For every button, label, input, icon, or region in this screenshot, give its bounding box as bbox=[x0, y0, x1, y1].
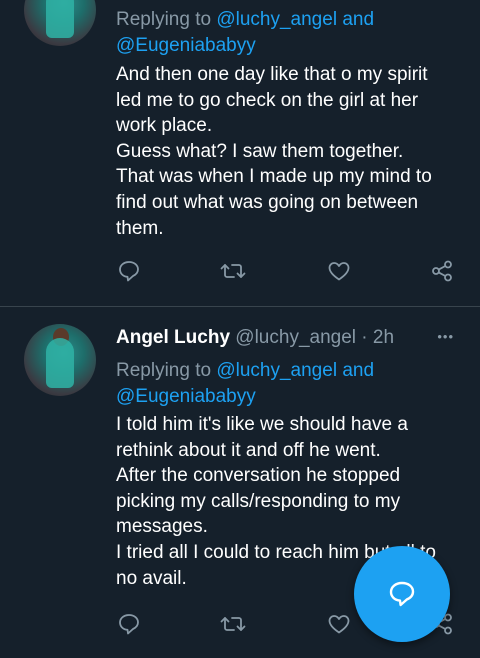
tweet-time[interactable]: 2h bbox=[373, 327, 394, 348]
retweet-icon[interactable] bbox=[220, 259, 246, 283]
compose-reply-button[interactable] bbox=[354, 546, 450, 642]
tweet-text-line: That was when I made up my mind to bbox=[116, 166, 432, 188]
more-options-icon[interactable]: ••• bbox=[437, 329, 454, 344]
mention-link[interactable]: @Eugeniababyy bbox=[116, 35, 256, 56]
reply-icon[interactable] bbox=[118, 259, 140, 283]
avatar[interactable] bbox=[24, 0, 96, 46]
avatar-figure bbox=[46, 0, 74, 38]
tweet-text-line: picking my calls/responding to my bbox=[116, 490, 401, 512]
mention-link[interactable]: @Eugeniababyy bbox=[116, 386, 256, 407]
tweet-text-line: work place. bbox=[116, 115, 213, 137]
replying-to-label: Replying to bbox=[116, 9, 217, 30]
tweet-text-line: find out what was going on between bbox=[116, 191, 419, 213]
tweet-text-line: And then one day like that o my spirit bbox=[116, 64, 428, 85]
tweet-1[interactable]: Replying to @luchy_angel and @Eugeniabab… bbox=[0, 0, 480, 306]
mention-link[interactable]: @luchy_angel bbox=[216, 360, 337, 381]
tweet-text-line: After the conversation he stopped bbox=[116, 465, 401, 487]
replying-to-label: Replying to bbox=[116, 360, 217, 381]
replying-to-and: and bbox=[337, 360, 375, 381]
avatar[interactable] bbox=[24, 324, 96, 396]
tweet-header: Angel Luchy @luchy_angel · 2h bbox=[116, 327, 394, 349]
mention-link[interactable]: @luchy_angel bbox=[216, 9, 337, 30]
retweet-icon[interactable] bbox=[220, 612, 246, 636]
tweet-text-line: Guess what? I saw them together. bbox=[116, 140, 404, 162]
replying-to-and: and bbox=[337, 9, 375, 30]
tweet-text-line: rethink about it and off he went. bbox=[116, 439, 381, 461]
replying-to: Replying to @luchy_angel and @Eugeniabab… bbox=[116, 7, 456, 59]
tweet-text-line: them. bbox=[116, 217, 164, 239]
like-icon[interactable] bbox=[327, 259, 351, 283]
avatar-figure bbox=[46, 338, 74, 388]
display-name[interactable]: Angel Luchy bbox=[116, 327, 230, 348]
tweet-text: And then one day like that o my spirit l… bbox=[116, 62, 456, 241]
compose-reply-icon bbox=[389, 581, 415, 607]
tweet-text-line: messages. bbox=[116, 516, 208, 538]
user-handle[interactable]: @luchy_angel bbox=[235, 327, 356, 348]
tweet-text-line: led me to go check on the girl at her bbox=[116, 89, 419, 111]
tweet-actions bbox=[116, 259, 456, 285]
header-separator: · bbox=[356, 327, 373, 348]
tweet-text-line: I told him it's like we should have a bbox=[116, 414, 408, 435]
like-icon[interactable] bbox=[327, 612, 351, 636]
reply-icon[interactable] bbox=[118, 612, 140, 636]
share-icon[interactable] bbox=[430, 259, 454, 283]
replying-to: Replying to @luchy_angel and @Eugeniabab… bbox=[116, 358, 456, 410]
